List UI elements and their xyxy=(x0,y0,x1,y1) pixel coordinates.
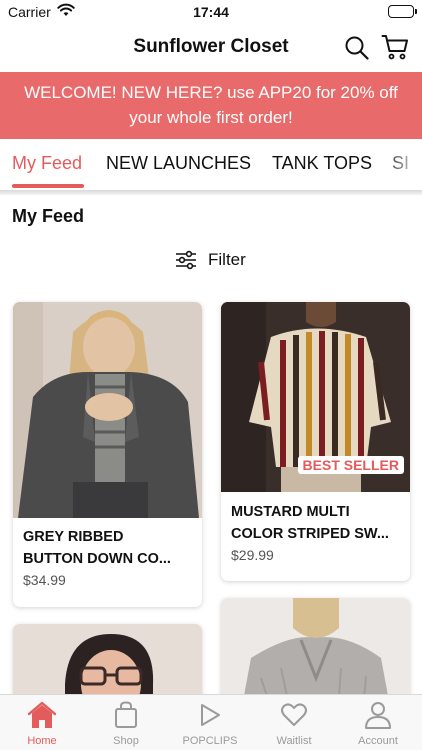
product-image xyxy=(13,302,202,518)
tab-my-feed[interactable]: My Feed xyxy=(12,153,82,174)
product-name-line-2: COLOR STRIPED SW... xyxy=(231,526,389,542)
promo-banner[interactable]: WELCOME! NEW HERE? use APP20 for 20% off… xyxy=(0,72,422,139)
active-tab-indicator xyxy=(12,184,84,188)
clock: 17:44 xyxy=(193,4,229,20)
cart-icon[interactable] xyxy=(381,33,409,66)
filter-icon xyxy=(176,250,196,270)
nav-label: Waitlist xyxy=(276,735,312,747)
product-card[interactable]: BEST SELLER MUSTARD MULTI COLOR STRIPED … xyxy=(221,302,410,581)
heart-icon xyxy=(252,701,336,729)
section-title: My Feed xyxy=(12,206,85,226)
best-seller-badge: BEST SELLER xyxy=(297,456,404,474)
nav-label: POPCLIPS xyxy=(182,735,238,747)
status-bar: Carrier 17:44 xyxy=(0,0,422,24)
nav-shop[interactable]: Shop xyxy=(84,695,168,750)
tab-new-launches[interactable]: NEW LAUNCHES xyxy=(106,153,251,174)
person-icon xyxy=(336,701,420,729)
product-price: $34.99 xyxy=(23,572,66,588)
nav-account[interactable]: Account xyxy=(336,695,420,750)
promo-line-2: your whole first order! xyxy=(129,108,293,127)
bottom-nav: Home Shop POPCLIPS Waitlist Account xyxy=(0,694,422,750)
nav-home[interactable]: Home xyxy=(0,695,84,750)
play-icon xyxy=(168,701,252,729)
nav-label: Account xyxy=(358,735,398,747)
category-tabs: My Feed NEW LAUNCHES TANK TOPS SI xyxy=(0,139,422,190)
search-icon[interactable] xyxy=(344,35,370,66)
filter-label: Filter xyxy=(208,250,246,269)
product-name-line-2: BUTTON DOWN CO... xyxy=(23,551,171,567)
nav-popclips[interactable]: POPCLIPS xyxy=(168,695,252,750)
nav-label: Home xyxy=(27,735,57,747)
tabs-divider xyxy=(0,190,422,195)
home-icon xyxy=(0,701,84,729)
shopping-bag-icon xyxy=(84,701,168,729)
app-header: Sunflower Closet xyxy=(0,24,422,72)
product-price: $29.99 xyxy=(231,547,274,563)
tabs-fade xyxy=(382,139,422,190)
battery-icon xyxy=(388,5,417,18)
product-card[interactable]: GREY RIBBED BUTTON DOWN CO... $34.99 xyxy=(13,302,202,607)
filter-button[interactable]: Filter xyxy=(175,248,246,272)
nav-waitlist[interactable]: Waitlist xyxy=(252,695,336,750)
nav-label: Shop xyxy=(113,735,139,747)
promo-line-1: WELCOME! NEW HERE? use APP20 for 20% off xyxy=(24,83,398,102)
tab-tank-tops[interactable]: TANK TOPS xyxy=(272,153,372,174)
product-name-line-1: MUSTARD MULTI xyxy=(231,504,350,520)
product-name-line-1: GREY RIBBED xyxy=(23,529,124,545)
